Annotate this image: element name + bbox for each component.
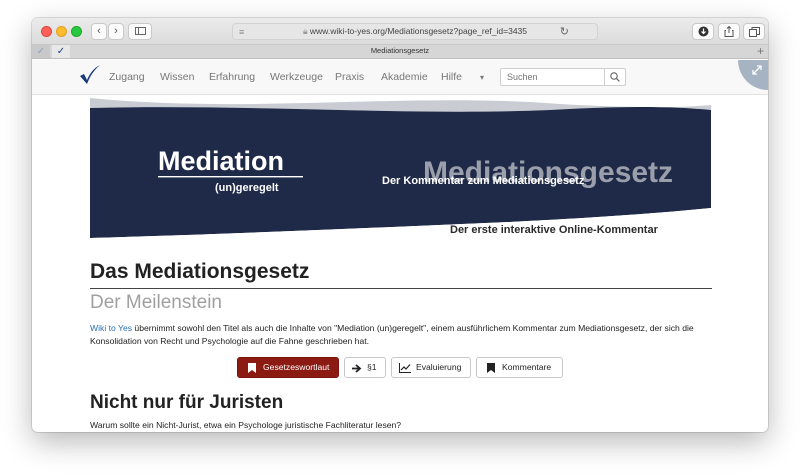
search-button[interactable] [604, 68, 626, 86]
browser-window: ‹ › ≡ 🔒︎ www.wiki-to-yes.org/Mediationsg… [32, 18, 768, 432]
nav-item-wissen[interactable]: Wissen [160, 71, 194, 83]
reload-icon[interactable]: ↻ [560, 25, 569, 38]
search-icon [610, 72, 620, 82]
zoom-window-button[interactable] [71, 26, 82, 37]
bookmark-icon [248, 363, 256, 373]
site-logo-check-icon[interactable] [79, 65, 101, 85]
browser-toolbar: ‹ › ≡ 🔒︎ www.wiki-to-yes.org/Mediationsg… [32, 18, 768, 45]
page-title: Das Mediationsgesetz [90, 260, 310, 283]
tabs-icon [748, 27, 760, 37]
nav-item-zugang[interactable]: Zugang [109, 71, 145, 83]
chevron-left-icon: ‹ [97, 25, 101, 37]
gesetzeswortlaut-button[interactable]: Gesetzeswortlaut [237, 357, 339, 378]
tab-bar: ✓ ✓ Mediationsgesetz + [32, 44, 768, 59]
share-icon [724, 25, 734, 37]
arrow-right-icon [352, 364, 362, 373]
nav-item-akademie[interactable]: Akademie [381, 71, 428, 83]
page-subtitle: Der Meilenstein [90, 292, 222, 313]
new-tab-icon[interactable]: + [757, 44, 764, 58]
mediationsgesetz-banner: Mediation (un)geregelt Mediationsgesetz … [90, 96, 711, 238]
share-button[interactable] [718, 23, 740, 40]
banner-tagline: Der erste interaktive Online-Kommentar [450, 224, 659, 236]
sidebar-toggle-button[interactable] [128, 23, 152, 40]
url-text: www.wiki-to-yes.org/Mediationsgesetz?pag… [309, 26, 527, 36]
banner-logo-title: Mediation [158, 146, 284, 176]
lock-icon: 🔒︎ [303, 26, 310, 36]
caret-down-icon[interactable]: ▾ [480, 73, 484, 82]
banner-subtitle: Der Kommentar zum Mediationsgesetz [382, 175, 585, 187]
chevron-right-icon: › [114, 25, 118, 37]
active-tab-title[interactable]: Mediationsgesetz [32, 46, 768, 55]
back-button[interactable]: ‹ [91, 23, 107, 40]
intro-text: übernimmt sowohl den Titel als auch die … [90, 323, 694, 346]
wiki-to-yes-link[interactable]: Wiki to Yes [90, 323, 132, 333]
paragraph-1-button[interactable]: §1 [344, 357, 386, 378]
tabs-overview-button[interactable] [743, 23, 765, 40]
bookmark-icon [487, 363, 495, 373]
downloads-button[interactable] [692, 23, 714, 40]
banner-logo-sub: (un)geregelt [215, 182, 279, 194]
search-input[interactable] [500, 68, 605, 86]
address-bar[interactable]: ≡ 🔒︎ www.wiki-to-yes.org/Mediationsgeset… [232, 23, 598, 40]
expand-icon [752, 65, 762, 75]
line-chart-icon [399, 363, 411, 373]
intro-paragraph: Wiki to Yes übernimmt sowohl den Titel a… [90, 322, 712, 348]
download-icon [698, 26, 708, 37]
fullscreen-toggle[interactable] [738, 60, 768, 90]
evaluierung-button[interactable]: Evaluierung [391, 357, 471, 378]
title-divider [90, 288, 712, 289]
nav-item-praxis[interactable]: Praxis [335, 71, 364, 83]
kommentare-button[interactable]: Kommentare [476, 357, 563, 378]
section-heading: Nicht nur für Juristen [90, 392, 284, 413]
nav-item-hilfe[interactable]: Hilfe [441, 71, 462, 83]
forward-button[interactable]: › [108, 23, 124, 40]
close-window-button[interactable] [41, 26, 52, 37]
nav-item-erfahrung[interactable]: Erfahrung [209, 71, 255, 83]
sidebar-icon [134, 27, 146, 35]
section-paragraph: Warum sollte ein Nicht-Jurist, etwa ein … [90, 420, 402, 430]
minimize-window-button[interactable] [56, 26, 67, 37]
nav-item-werkzeuge[interactable]: Werkzeuge [270, 71, 323, 83]
site-navbar: Zugang Wissen Erfahrung Werkzeuge Praxis… [32, 60, 768, 95]
